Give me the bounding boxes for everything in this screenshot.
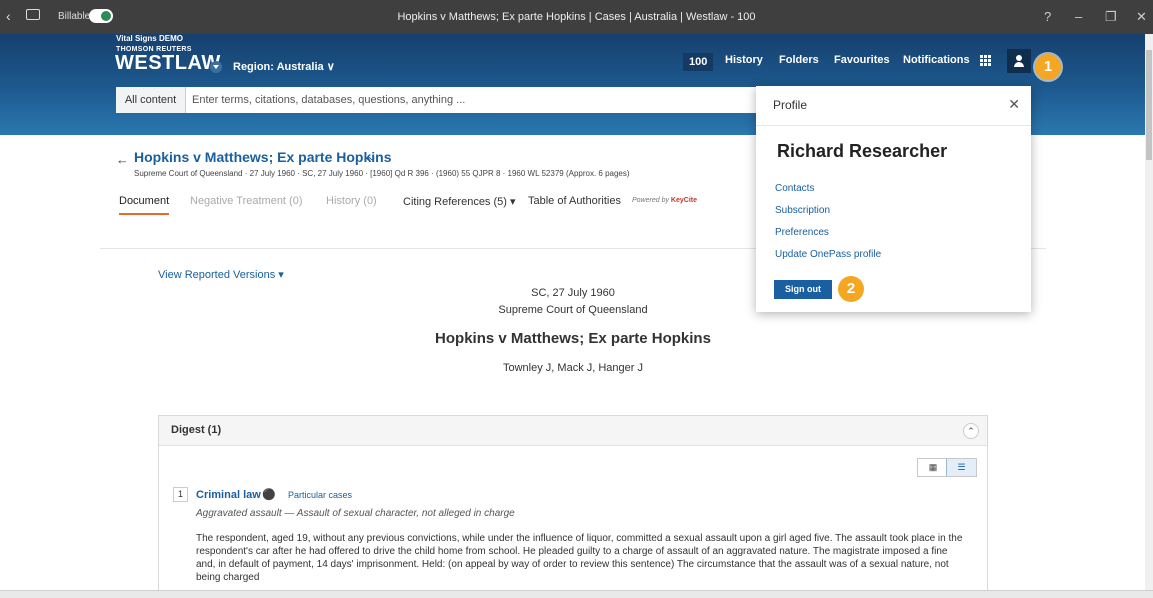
sign-out-button[interactable]: Sign out (774, 280, 832, 299)
profile-link-update-onepass[interactable]: Update OnePass profile (775, 249, 881, 260)
tab-document[interactable]: Document (119, 195, 170, 215)
nav-folders[interactable]: Folders (779, 54, 819, 66)
region-selector[interactable]: Region: Australia ∨ (233, 60, 335, 73)
collapse-chevron-up-icon[interactable]: ⌃ (963, 423, 979, 439)
list-view-icon[interactable]: ☰ (946, 459, 976, 476)
digest-headnote: Aggravated assault — Assault of sexual c… (196, 508, 515, 519)
client-id-count[interactable]: 100 (683, 53, 714, 71)
product-switch-icon[interactable] (210, 61, 222, 73)
callout-badge-1: 1 (1035, 54, 1061, 80)
apps-grid-icon[interactable] (980, 55, 992, 67)
profile-user-name: Richard Researcher (777, 141, 948, 161)
judges-line: Townley J, Mack J, Hanger J (503, 362, 643, 374)
scrollbar-thumb[interactable] (1146, 50, 1152, 160)
digest-header[interactable]: Digest (1) ⌃ (159, 416, 987, 446)
digest-title: Digest (1) (171, 424, 222, 436)
digest-subtopic-link[interactable]: Particular cases (288, 490, 352, 500)
back-arrow-icon[interactable]: ← (116, 152, 129, 167)
window-bottom-edge (0, 590, 1153, 598)
key-number-icon: ⚫ (262, 489, 276, 501)
digest-item-number: 1 (173, 487, 188, 502)
digest-topic-link[interactable]: Criminal law (196, 489, 261, 501)
document-title[interactable]: Hopkins v Matthews; Ex parte Hopkins (134, 149, 392, 165)
demo-label: Vital Signs DEMO (116, 34, 183, 43)
profile-user-icon[interactable] (1007, 49, 1031, 73)
digest-panel: Digest (1) ⌃ ▦ ☰ 1 Criminal law ⚫ Partic… (158, 415, 988, 590)
restore-button[interactable]: ❐ (1105, 9, 1117, 25)
tab-citing-references[interactable]: Citing References (5) ▾ (403, 195, 516, 208)
document-citation-meta: Supreme Court of Queensland · 27 July 19… (134, 169, 630, 178)
window-title-bar: ‹ Billable Hopkins v Matthews; Ex parte … (0, 0, 1153, 34)
profile-link-subscription[interactable]: Subscription (775, 205, 830, 216)
case-heading: Hopkins v Matthews; Ex parte Hopkins (435, 330, 711, 347)
profile-link-preferences[interactable]: Preferences (775, 227, 829, 238)
profile-popover-header: Profile ✕ (756, 86, 1031, 126)
digest-body: The respondent, aged 19, without any pre… (196, 533, 963, 583)
profile-link-contacts[interactable]: Contacts (775, 183, 814, 194)
window-title: Hopkins v Matthews; Ex parte Hopkins | C… (397, 11, 756, 23)
keycite-brand: Powered by KeyCite (632, 197, 697, 204)
digest-view-toggle: ▦ ☰ (917, 458, 977, 477)
profile-popover-title: Profile (773, 98, 808, 112)
nav-favourites[interactable]: Favourites (834, 54, 890, 66)
westlaw-logo[interactable]: WESTLAW (115, 52, 221, 75)
view-reported-versions-link[interactable]: View Reported Versions (158, 268, 284, 281)
tab-table-of-authorities[interactable]: Table of Authorities (528, 195, 621, 207)
close-button[interactable]: ✕ (1136, 9, 1147, 25)
tab-history[interactable]: History (0) (326, 195, 377, 207)
grid-view-icon[interactable]: ▦ (918, 459, 948, 476)
search-bar: All content (116, 87, 766, 113)
nav-notifications[interactable]: Notifications (903, 54, 970, 66)
tab-negative-treatment[interactable]: Negative Treatment (0) (190, 195, 303, 207)
search-input[interactable] (192, 87, 752, 113)
minimize-button[interactable]: – (1075, 9, 1082, 24)
callout-badge-2: 2 (838, 276, 864, 302)
citing-glasses-icon[interactable]: ∾ (366, 152, 375, 165)
help-icon[interactable]: ? (1044, 9, 1051, 24)
close-icon[interactable]: ✕ (1008, 96, 1020, 113)
nav-history[interactable]: History (725, 54, 763, 66)
page-scrollbar[interactable] (1145, 34, 1153, 590)
profile-popover: Profile ✕ Richard Researcher Contacts Su… (756, 86, 1031, 312)
search-scope-selector[interactable]: All content (116, 87, 186, 113)
